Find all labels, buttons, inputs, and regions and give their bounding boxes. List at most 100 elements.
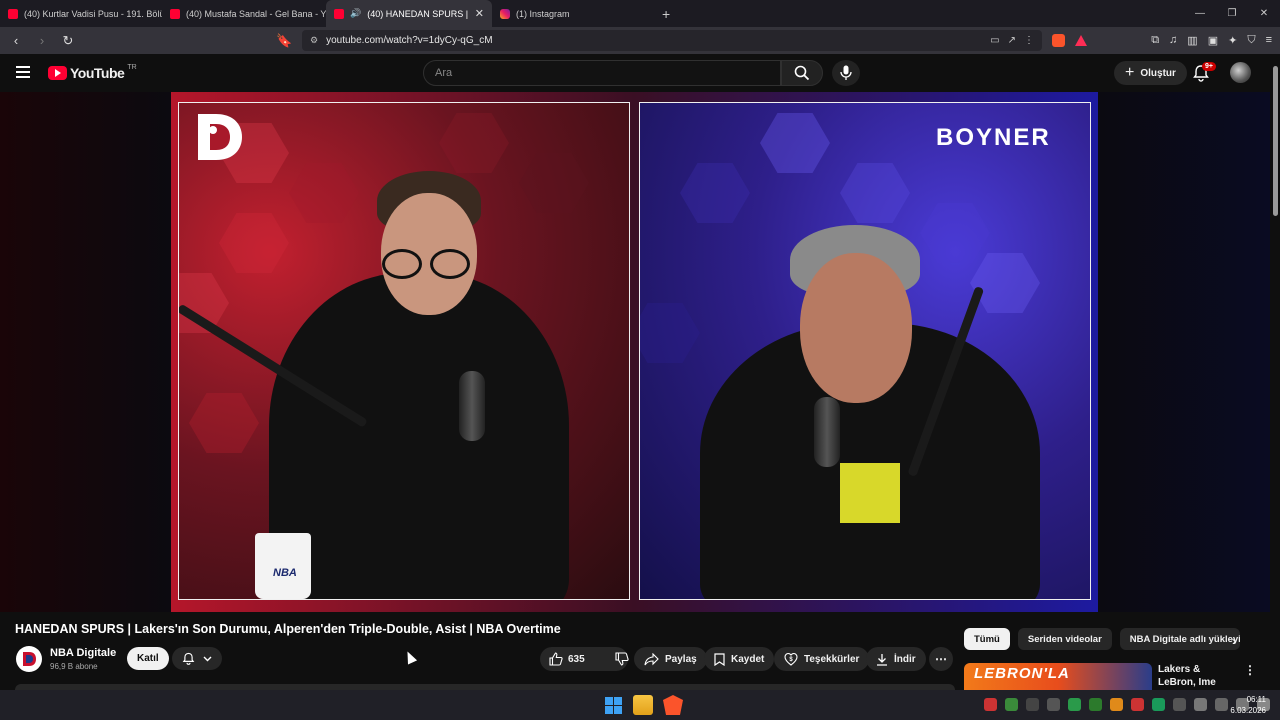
browser-tab[interactable]: (1) Instagram [492, 0, 652, 27]
system-clock[interactable]: 06:11 6.03.2026 [1230, 694, 1266, 716]
close-window-icon[interactable]: ✕ [1248, 0, 1280, 27]
vpn-shield-icon[interactable]: ⛉ [1247, 34, 1255, 47]
tray-app-icon[interactable] [1047, 698, 1060, 711]
tray-app-icon[interactable] [1173, 698, 1186, 711]
browser-tab-active[interactable]: 🔊 (40) HANEDAN SPURS | Lakers ✕ [326, 0, 492, 27]
thumbs-down-icon [615, 652, 629, 666]
recommended-more-icon[interactable]: ⋮ [1244, 663, 1256, 677]
back-icon[interactable]: ‹ [8, 33, 24, 48]
tray-app-icon[interactable] [1005, 698, 1018, 711]
notification-count-badge: 9+ [1202, 62, 1216, 71]
boyner-sponsor-logo: BOYNER [936, 124, 1051, 151]
region-code: TR [127, 63, 137, 71]
thanks-button[interactable]: $ Teşekkürler [774, 647, 870, 671]
shirt-graphic [840, 463, 900, 523]
url-bar[interactable]: ⚙ youtube.com/watch?v=1dyCy-qG_cM ▭ ↗ ⋮ [302, 30, 1042, 51]
tray-app-icon[interactable] [1026, 698, 1039, 711]
leo-ai-icon[interactable]: ✦ [1228, 34, 1237, 47]
close-tab-icon[interactable]: ✕ [475, 7, 484, 20]
more-actions-button[interactable]: ⋯ [929, 647, 953, 671]
reload-icon[interactable]: ↻ [60, 33, 76, 49]
browser-tab[interactable]: (40) Mustafa Sandal - Gel Bana - You [162, 0, 326, 27]
save-bookmark-icon [714, 652, 725, 666]
create-label: Oluştur [1140, 67, 1176, 79]
chip-uploader[interactable]: NBA Digitale adlı yükleyici [1119, 628, 1240, 650]
media-icon[interactable]: ♫ [1169, 34, 1177, 47]
tab-title: (40) HANEDAN SPURS | Lakers [367, 8, 469, 19]
account-avatar[interactable] [1230, 62, 1251, 83]
search-icon [794, 65, 810, 81]
browser-tab[interactable]: (40) Kurtlar Vadisi Pusu - 191. Bölüm [0, 0, 162, 27]
tray-app-icon[interactable] [1089, 698, 1102, 711]
new-tab-button[interactable]: + [662, 6, 670, 22]
subscriber-count: 96,9 B abone [50, 662, 98, 671]
mic-tray-icon[interactable] [1194, 698, 1207, 711]
brave-shields-icon[interactable] [1052, 34, 1065, 47]
tray-app-icon[interactable] [984, 698, 997, 711]
microphone-icon [840, 65, 852, 80]
brave-browser-icon[interactable] [663, 695, 683, 715]
tray-app-icon[interactable] [1131, 698, 1144, 711]
youtube-play-icon [48, 66, 67, 80]
minimize-icon[interactable]: — [1184, 0, 1216, 27]
wallet-icon[interactable]: ▣ [1208, 34, 1218, 47]
video-left-panel: NBA [178, 102, 630, 600]
voice-search-button[interactable] [832, 60, 860, 86]
chip-all[interactable]: Tümü [964, 628, 1010, 650]
tray-app-icon[interactable] [1110, 698, 1123, 711]
site-settings-icon[interactable]: ⚙ [310, 35, 318, 46]
save-button[interactable]: Kaydet [704, 647, 775, 671]
like-dislike-group: 635 [540, 647, 629, 671]
screenshot-icon[interactable]: ⧉ [1151, 34, 1159, 47]
share-arrow-icon [644, 652, 659, 665]
menu-dots-icon[interactable]: ⋮ [1024, 35, 1034, 46]
nba-digitale-logo-icon [198, 114, 242, 160]
youtube-logo[interactable]: YouTube TR [48, 63, 137, 81]
url-text: youtube.com/watch?v=1dyCy-qG_cM [326, 35, 493, 46]
youtube-favicon-icon [170, 8, 180, 19]
bell-icon [182, 652, 195, 665]
forward-icon[interactable]: › [34, 33, 50, 48]
related-filter-chips: Tümü Seriden videolar NBA Digitale adlı … [964, 628, 1240, 650]
sidebar-icon[interactable]: ▥ [1187, 34, 1197, 47]
hamburger-menu-icon[interactable] [16, 66, 30, 78]
scrollbar-thumb[interactable] [1273, 66, 1278, 216]
thumbnail-text: LEBRON'LA [974, 665, 1070, 682]
download-button[interactable]: İndir [866, 647, 926, 671]
bookmark-icon[interactable]: 🔖 [276, 33, 292, 49]
join-button[interactable]: Katıl [127, 647, 169, 670]
browser-tab-strip: (40) Kurtlar Vadisi Pusu - 191. Bölüm (4… [0, 0, 1280, 27]
network-icon[interactable] [1215, 698, 1228, 711]
clock-time: 06:11 [1246, 695, 1266, 704]
microphone [814, 397, 840, 467]
chip-series-videos[interactable]: Seriden videolar [1017, 628, 1112, 650]
host-left-body [269, 273, 569, 599]
download-label: İndir [894, 653, 916, 665]
search-input[interactable]: Ara [423, 60, 781, 86]
chevron-right-icon[interactable]: › [1232, 634, 1236, 648]
recommended-video-thumbnail[interactable]: LEBRON'LA [964, 663, 1152, 693]
tray-app-icon[interactable] [1068, 698, 1081, 711]
tab-title: (40) Mustafa Sandal - Gel Bana - You [186, 8, 326, 19]
cast-icon[interactable]: ▭ [990, 35, 999, 46]
windows-start-icon[interactable] [603, 695, 623, 715]
page-scrollbar[interactable] [1270, 54, 1280, 690]
mug-text: NBA [273, 567, 297, 579]
mug: NBA [255, 533, 311, 599]
search-button[interactable] [781, 60, 823, 86]
restore-icon[interactable]: ❐ [1216, 0, 1248, 27]
subscription-notifications-button[interactable] [172, 647, 222, 670]
svg-text:$: $ [789, 657, 793, 663]
share-icon[interactable]: ↗ [1008, 35, 1016, 46]
instagram-favicon-icon [500, 8, 510, 19]
browser-menu-icon[interactable]: ≡ [1266, 34, 1272, 47]
create-button[interactable]: + Oluştur [1114, 61, 1187, 85]
tray-app-icon[interactable] [1152, 698, 1165, 711]
like-button[interactable]: 635 [540, 647, 594, 671]
brave-rewards-icon[interactable] [1075, 35, 1087, 46]
file-explorer-icon[interactable] [633, 695, 653, 715]
dislike-button[interactable] [606, 647, 638, 671]
channel-name[interactable]: NBA Digitale [50, 647, 116, 659]
channel-avatar[interactable] [16, 646, 42, 672]
share-button[interactable]: Paylaş [634, 647, 707, 671]
